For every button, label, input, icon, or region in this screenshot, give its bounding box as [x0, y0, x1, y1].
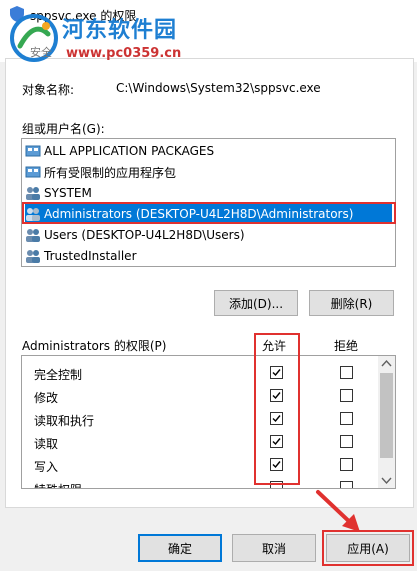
permission-row: 读取和执行: [22, 408, 377, 431]
permission-name: 读取: [34, 437, 59, 451]
users-group-icon: [25, 227, 41, 243]
tab-security[interactable]: 安全: [30, 44, 52, 60]
scroll-up-icon[interactable]: [381, 358, 392, 372]
permission-name: 读取和执行: [34, 414, 95, 428]
object-name-value: C:\Windows\System32\sppsvc.exe: [116, 81, 321, 95]
list-item[interactable]: Users (DESKTOP-U4L2H8D\Users): [25, 225, 392, 245]
permission-row: 完全控制: [22, 362, 377, 385]
permission-name: 特殊权限: [34, 481, 82, 488]
list-item[interactable]: SYSTEM: [25, 183, 392, 203]
ok-button[interactable]: 确定: [138, 534, 222, 562]
annotation-highlight-box: [22, 202, 396, 224]
deny-checkbox[interactable]: [340, 389, 353, 402]
list-item-label: ALL APPLICATION PACKAGES: [44, 144, 215, 158]
list-item[interactable]: TrustedInstaller: [25, 246, 392, 266]
deny-checkbox[interactable]: [340, 435, 353, 448]
users-group-icon: [25, 185, 41, 201]
watermark-url: www.pc0359.cn: [66, 46, 182, 61]
deny-checkbox[interactable]: [340, 366, 353, 379]
list-item[interactable]: ALL APPLICATION PACKAGES: [25, 141, 392, 161]
watermark-site-name: 河东软件园: [62, 18, 178, 43]
permission-row: 写入: [22, 454, 377, 477]
annotation-arrow-icon: [310, 486, 370, 536]
packages-icon: [25, 143, 41, 159]
group-list-label: 组或用户名(G):: [22, 122, 105, 136]
permissions-label: Administrators 的权限(P): [22, 339, 167, 353]
list-item-label: 所有受限制的应用程序包: [44, 165, 177, 180]
deny-checkbox[interactable]: [340, 412, 353, 425]
permission-row: 读取: [22, 431, 377, 454]
add-button[interactable]: 添加(D)...: [214, 290, 298, 316]
deny-column-header: 拒绝: [334, 339, 359, 353]
deny-checkbox[interactable]: [340, 458, 353, 471]
users-group-icon: [25, 248, 41, 264]
annotation-highlight-box: [254, 333, 300, 485]
permission-name: 写入: [34, 460, 59, 474]
list-item[interactable]: 所有受限制的应用程序包: [25, 162, 392, 182]
object-name-label: 对象名称:: [22, 83, 75, 97]
scroll-thumb[interactable]: [380, 373, 393, 458]
list-item-label: SYSTEM: [44, 186, 92, 200]
permission-row: 修改: [22, 385, 377, 408]
packages-icon: [25, 164, 41, 180]
list-item-label: Users (DESKTOP-U4L2H8D\Users): [44, 228, 245, 242]
list-item-label: TrustedInstaller: [44, 249, 137, 263]
remove-button[interactable]: 删除(R): [309, 290, 394, 316]
permission-name: 完全控制: [34, 368, 83, 382]
cancel-button[interactable]: 取消: [232, 534, 316, 562]
permission-name: 修改: [34, 391, 59, 405]
permissions-list: 完全控制 修改 读取和执行 读取 写入 特殊权限: [21, 355, 396, 489]
scroll-down-icon[interactable]: [381, 474, 392, 488]
